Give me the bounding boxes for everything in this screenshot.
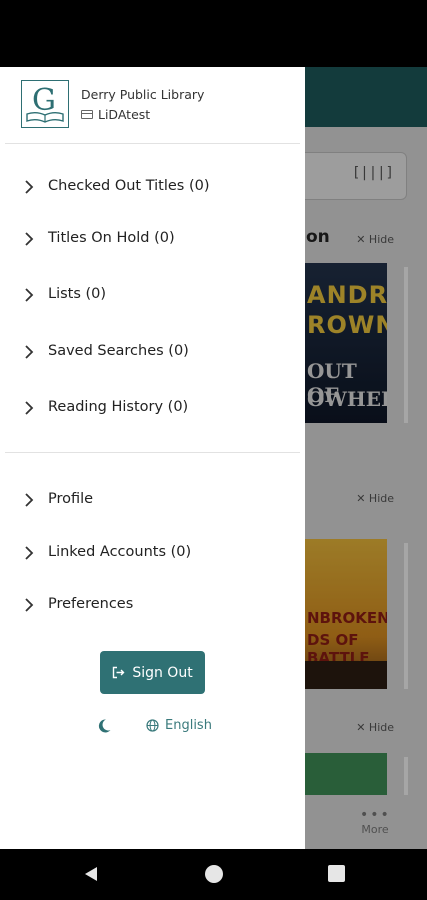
menu-item-checked-out[interactable]: Checked Out Titles (0) [0,167,305,207]
menu-item-linked-accounts[interactable]: Linked Accounts (0) [0,533,305,573]
navigation-drawer: G Derry Public Library LiDAtest Checked … [0,67,305,849]
menu-item-label: Linked Accounts (0) [48,544,192,560]
chevron-right-icon [25,232,34,246]
dark-mode-moon-icon[interactable] [96,718,112,734]
library-card-icon [81,110,93,119]
menu-item-label: Saved Searches (0) [48,343,189,359]
globe-icon [146,719,159,732]
chevron-right-icon [25,288,34,302]
open-book-icon [26,112,64,123]
divider [5,143,300,144]
menu-item-preferences[interactable]: Preferences [0,585,305,625]
chevron-right-icon [25,546,34,560]
menu-item-label: Preferences [48,596,134,612]
home-icon[interactable] [205,865,223,883]
sign-out-button[interactable]: Sign Out [100,651,205,694]
chevron-right-icon [25,180,34,194]
sign-out-icon [113,666,125,679]
sign-out-label: Sign Out [132,664,193,681]
menu-item-holds[interactable]: Titles On Hold (0) [0,219,305,259]
chevron-right-icon [25,345,34,359]
menu-item-saved-searches[interactable]: Saved Searches (0) [0,332,305,372]
chevron-right-icon [25,493,34,507]
status-bar [0,0,427,67]
drawer-header: G Derry Public Library LiDAtest [0,67,305,143]
account-name: LiDAtest [98,107,151,122]
language-selector[interactable]: English [146,718,212,733]
menu-item-label: Profile [48,491,94,507]
menu-item-label: Titles On Hold (0) [48,230,175,246]
menu-item-label: Reading History (0) [48,399,189,415]
recent-apps-icon[interactable] [328,865,345,882]
menu-item-label: Checked Out Titles (0) [48,178,210,194]
system-nav-bar [0,849,427,900]
chevron-right-icon [25,401,34,415]
account-info: LiDAtest [81,107,150,122]
menu-item-label: Lists (0) [48,286,107,302]
chevron-right-icon [25,598,34,612]
menu-item-lists[interactable]: Lists (0) [0,275,305,315]
menu-item-reading-history[interactable]: Reading History (0) [0,388,305,428]
divider [5,452,300,453]
back-icon[interactable] [82,865,100,883]
library-name: Derry Public Library [81,87,205,102]
language-label: English [165,718,212,733]
menu-item-profile[interactable]: Profile [0,480,305,520]
library-logo: G [21,80,69,128]
